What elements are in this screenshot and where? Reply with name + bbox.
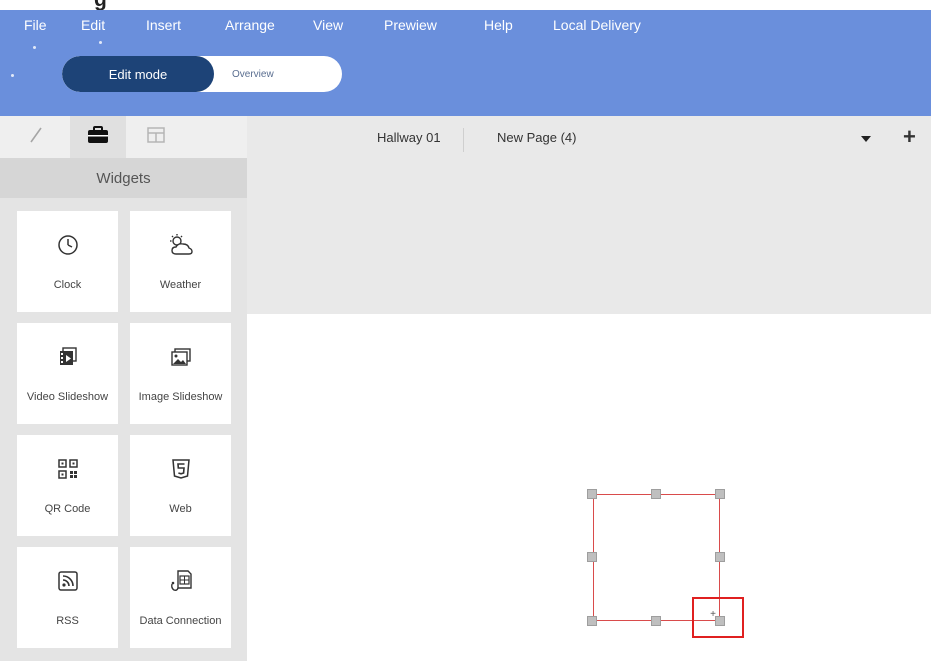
briefcase-icon [87, 125, 109, 149]
resize-handle-top-left[interactable] [587, 489, 597, 499]
tab-layout[interactable] [128, 116, 184, 158]
resize-handle-left[interactable] [587, 552, 597, 562]
tab-edit[interactable] [8, 116, 64, 158]
widget-label: Web [169, 503, 192, 515]
resize-handle-bottom[interactable] [651, 616, 661, 626]
weather-icon [168, 233, 194, 262]
clock-icon [57, 234, 79, 261]
tab-widgets[interactable] [70, 116, 126, 158]
html5-icon [171, 458, 190, 484]
overview-mode-button[interactable]: Overview [232, 56, 274, 92]
decor-dot [33, 46, 36, 49]
widget-image-slideshow[interactable]: Image Slideshow [130, 323, 231, 424]
pencil-icon [28, 126, 44, 149]
mode-toggle: Edit mode Overview [62, 56, 342, 92]
widget-weather[interactable]: Weather [130, 211, 231, 312]
menu-edit[interactable]: Edit [81, 17, 105, 33]
menu-help[interactable]: Help [484, 17, 513, 33]
highlight-box [692, 597, 744, 638]
widget-data-connection[interactable]: Data Connection [130, 547, 231, 648]
video-slideshow-icon [58, 346, 78, 372]
menu-preview[interactable]: Prewiew [384, 17, 437, 33]
tab-divider [463, 128, 464, 152]
tab-new-page-4[interactable]: New Page (4) [497, 130, 576, 145]
add-page-plus-icon[interactable]: + [903, 126, 916, 148]
widget-label: RSS [56, 615, 79, 627]
sidebar-title: Widgets [0, 158, 247, 198]
widget-web[interactable]: Web [130, 435, 231, 536]
menu-view[interactable]: View [313, 17, 343, 33]
widget-video-slideshow[interactable]: Video Slideshow [17, 323, 118, 424]
decor-dot [11, 74, 14, 77]
widget-qr-code[interactable]: QR Code [17, 435, 118, 536]
menu-arrange[interactable]: Arrange [225, 17, 275, 33]
resize-handle-top-right[interactable] [715, 489, 725, 499]
widgets-sidebar: Widgets Clock Weather Video Slideshow Im… [0, 116, 247, 661]
data-connection-icon [170, 569, 192, 597]
page-dropdown-arrow-icon[interactable] [861, 136, 871, 142]
resize-handle-top[interactable] [651, 489, 661, 499]
decor-dot [99, 41, 102, 44]
qr-code-icon [57, 458, 78, 484]
widget-label: Data Connection [139, 615, 222, 627]
widget-rss[interactable]: RSS [17, 547, 118, 648]
resize-handle-bottom-left[interactable] [587, 616, 597, 626]
widget-clock[interactable]: Clock [17, 211, 118, 312]
widget-label: Image Slideshow [138, 391, 223, 403]
image-slideshow-icon [170, 347, 191, 371]
widget-label: Video Slideshow [26, 391, 109, 403]
layout-icon [147, 126, 165, 148]
resize-handle-right[interactable] [715, 552, 725, 562]
editing-canvas[interactable] [247, 314, 931, 661]
tab-hallway-01[interactable]: Hallway 01 [377, 130, 441, 145]
menu-insert[interactable]: Insert [146, 17, 181, 33]
widget-label: Weather [159, 279, 202, 291]
app-toolbar: File Edit Insert Arrange View Prewiew He… [0, 10, 931, 116]
menu-file[interactable]: File [24, 17, 47, 33]
menu-local-delivery[interactable]: Local Delivery [553, 17, 641, 33]
page-tab-bar: Hallway 01 New Page (4) + [247, 116, 931, 314]
widget-label: QR Code [44, 503, 91, 515]
rss-icon [57, 570, 78, 596]
sidebar-tabs [0, 116, 247, 158]
edit-mode-button[interactable]: Edit mode [62, 56, 214, 92]
clipped-heading: g [0, 0, 931, 10]
widget-label: Clock [53, 279, 82, 291]
